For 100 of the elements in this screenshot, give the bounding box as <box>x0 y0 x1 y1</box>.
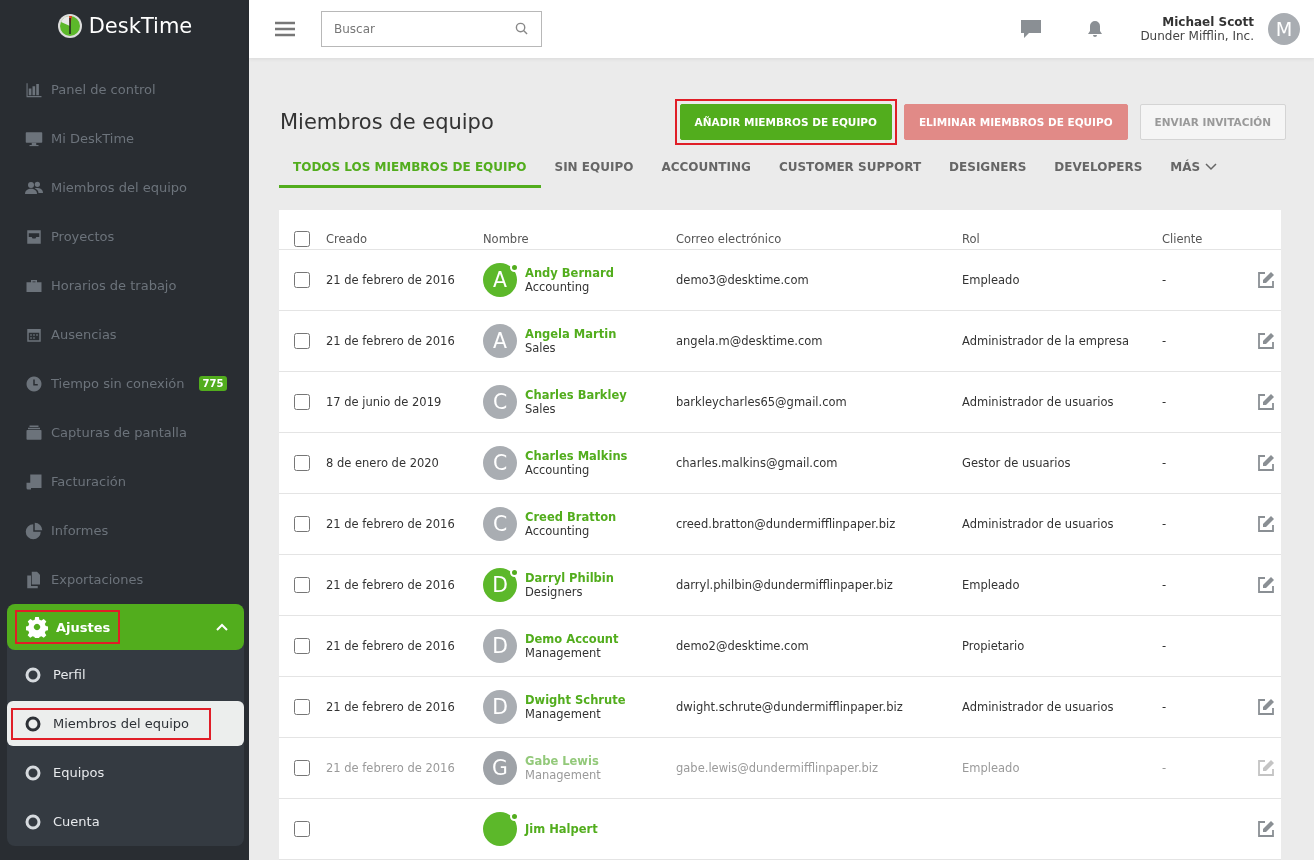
settings-menu-item[interactable]: Ajustes <box>7 604 244 650</box>
member-avatar: G <box>483 751 517 785</box>
member-avatar: A <box>483 324 517 358</box>
column-header: Nombre <box>483 231 530 246</box>
client-cell-text: - <box>1162 761 1168 775</box>
row-checkbox[interactable] <box>294 394 310 410</box>
sidebar-item[interactable]: Facturación <box>0 457 249 506</box>
sidebar-item[interactable]: Panel de control <box>0 65 249 114</box>
sidebar-item[interactable]: Capturas de pantalla <box>0 408 249 457</box>
edit-icon[interactable] <box>1257 515 1275 533</box>
circle-icon <box>25 666 41 683</box>
edit-icon[interactable] <box>1257 820 1275 838</box>
team-tab[interactable]: TODOS LOS MIEMBROS DE EQUIPO <box>279 152 541 188</box>
created-date: 21 de febrero de 2016 <box>326 334 456 348</box>
client-cell-text: - <box>1162 578 1168 592</box>
member-name[interactable]: Angela Martin <box>525 327 617 341</box>
email-cell-text: demo2@desktime.com <box>676 639 810 653</box>
sidebar-item[interactable]: Tiempo sin conexión 775 <box>0 359 249 408</box>
search-field[interactable]: Buscar <box>321 11 542 47</box>
row-checkbox[interactable] <box>294 455 310 471</box>
row-checkbox[interactable] <box>294 699 310 715</box>
row-checkbox[interactable] <box>294 638 310 654</box>
client-cell-text: - <box>1162 456 1168 470</box>
clock-icon <box>25 374 43 393</box>
chat-icon[interactable] <box>1020 19 1043 39</box>
bell-icon[interactable] <box>1086 19 1105 39</box>
page-title: Miembros de equipo <box>280 110 495 134</box>
email-cell-text: charles.malkins@gmail.com <box>676 456 839 470</box>
created-date: 21 de febrero de 2016 <box>326 761 456 775</box>
submenu-item[interactable]: Cuenta <box>7 799 244 844</box>
edit-icon[interactable] <box>1257 454 1275 472</box>
role-cell-text: Empleado <box>962 273 1021 287</box>
sidebar-item[interactable]: Miembros del equipo <box>0 163 249 212</box>
role-cell-text: Empleado <box>962 761 1021 775</box>
row-checkbox[interactable] <box>294 272 310 288</box>
sidebar-item[interactable]: Proyectos <box>0 212 249 261</box>
member-name[interactable]: Darryl Philbin <box>525 571 614 585</box>
member-name[interactable]: Charles Malkins <box>525 449 628 463</box>
role-cell-text: Administrador de la empresa <box>962 334 1130 348</box>
member-avatar: D <box>483 690 517 724</box>
row-checkbox[interactable] <box>294 577 310 593</box>
submenu-item[interactable]: Miembros del equipo <box>7 701 244 746</box>
sidebar-item[interactable]: Horarios de trabajo <box>0 261 249 310</box>
row-checkbox[interactable] <box>294 821 310 837</box>
member-team: Management <box>525 707 602 721</box>
column-header: Correo electrónico <box>676 231 783 246</box>
role-cell-text: Administrador de usuarios <box>962 700 1115 714</box>
created-date: 21 de febrero de 2016 <box>326 273 456 287</box>
member-name[interactable]: Jim Halpert <box>525 822 598 836</box>
invoice-icon <box>25 472 43 491</box>
circle-icon <box>25 764 41 781</box>
team-tab[interactable]: SIN EQUIPO <box>540 152 648 188</box>
email-cell-text: gabe.lewis@dundermifflinpaper.biz <box>676 761 880 775</box>
role-cell-text: Gestor de usuarios <box>962 456 1072 470</box>
chevron-down-icon <box>1205 163 1218 171</box>
member-team: Sales <box>525 341 557 355</box>
team-tab[interactable]: MÁS <box>1156 152 1232 188</box>
row-checkbox[interactable] <box>294 516 310 532</box>
sidebar-item[interactable]: Exportaciones <box>0 555 249 604</box>
row-checkbox[interactable] <box>294 333 310 349</box>
edit-icon[interactable] <box>1257 271 1275 289</box>
sidebar-item[interactable]: Mi DeskTime <box>0 114 249 163</box>
member-team: Designers <box>525 585 584 599</box>
member-avatar: D <box>483 629 517 663</box>
sidebar-item[interactable]: Ausencias <box>0 310 249 359</box>
team-tab[interactable]: ACCOUNTING <box>647 152 765 188</box>
member-name[interactable]: Charles Barkley <box>525 388 627 402</box>
member-team: Accounting <box>525 463 591 477</box>
action-button[interactable]: ELIMINAR MIEMBROS DE EQUIPO <box>903 104 1128 140</box>
sidebar-item[interactable]: Informes <box>0 506 249 555</box>
action-button[interactable]: AÑADIR MIEMBROS DE EQUIPO <box>679 104 892 140</box>
team-tab[interactable]: DESIGNERS <box>935 152 1041 188</box>
menu-icon[interactable] <box>275 21 295 37</box>
submenu-item[interactable]: Perfil <box>7 652 244 697</box>
member-avatar: C <box>483 507 517 541</box>
client-cell-text: - <box>1162 639 1168 653</box>
edit-icon[interactable] <box>1257 576 1275 594</box>
member-name[interactable]: Demo Account <box>525 632 619 646</box>
created-date: 21 de febrero de 2016 <box>326 700 456 714</box>
user-avatar[interactable]: M <box>1268 13 1300 45</box>
team-tab[interactable]: DEVELOPERS <box>1040 152 1157 188</box>
member-name[interactable]: Andy Bernard <box>525 266 614 280</box>
team-tab[interactable]: CUSTOMER SUPPORT <box>764 152 936 188</box>
created-date: 17 de junio de 2019 <box>326 395 443 409</box>
created-date: 21 de febrero de 2016 <box>326 578 456 592</box>
count-badge: 775 <box>198 376 228 391</box>
select-all-checkbox[interactable] <box>294 230 310 247</box>
role-cell-text: Administrador de usuarios <box>962 395 1115 409</box>
edit-icon[interactable] <box>1257 332 1275 350</box>
action-button[interactable]: ENVIAR INVITACIÓN <box>1139 104 1286 140</box>
email-cell-text: darryl.philbin@dundermifflinpaper.biz <box>676 578 894 592</box>
edit-icon[interactable] <box>1257 698 1275 716</box>
created-date: 8 de enero de 2020 <box>326 456 440 470</box>
member-name[interactable]: Creed Bratton <box>525 510 617 524</box>
member-team: Management <box>525 768 601 782</box>
user-name: Michael Scott <box>1162 15 1254 29</box>
email-cell-text: creed.bratton@dundermifflinpaper.biz <box>676 517 897 531</box>
edit-icon[interactable] <box>1257 393 1275 411</box>
member-name[interactable]: Dwight Schrute <box>525 693 626 707</box>
submenu-item[interactable]: Equipos <box>7 750 244 795</box>
